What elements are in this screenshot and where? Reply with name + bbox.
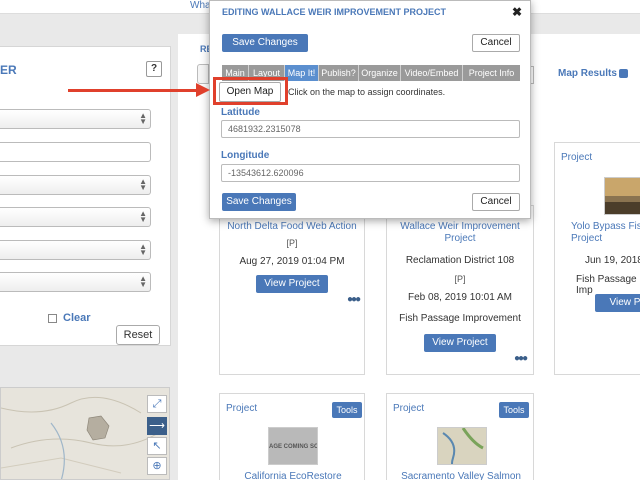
tab-organize[interactable]: Organize <box>359 65 401 81</box>
project-card-ecorestore: Project Tools AGE COMING SOO California … <box>219 393 365 480</box>
pointer-tool-button[interactable]: ↖ <box>147 437 167 455</box>
card-date: Jun 19, 2018 1 <box>585 255 640 266</box>
save-changes-button-bottom[interactable]: Save Changes <box>222 193 296 211</box>
latitude-input[interactable]: 4681932.2315078 <box>221 120 520 138</box>
map-terrain <box>1 396 167 479</box>
arrow-tool-button[interactable]: ⟶ <box>147 417 167 435</box>
filter-panel-title: ER <box>0 63 17 77</box>
modal-title: EDITING WALLACE WEIR IMPROVEMENT PROJECT <box>222 7 447 17</box>
cancel-button-top[interactable]: Cancel <box>472 34 520 52</box>
filter-select-5[interactable]: ▲ ▼ <box>0 272 151 292</box>
annotation-arrow-head <box>196 83 210 97</box>
filter-select-4[interactable]: ▲ ▼ <box>0 240 151 260</box>
help-button[interactable]: ? <box>146 61 162 77</box>
view-project-button[interactable]: View Project <box>256 275 328 293</box>
zoom-in-button[interactable]: ⊕ <box>147 457 167 475</box>
save-changes-button-top[interactable]: Save Changes <box>222 34 308 52</box>
project-thumbnail <box>604 177 640 215</box>
reset-button[interactable]: Reset <box>116 325 160 345</box>
map-results-checkbox[interactable] <box>618 68 628 78</box>
project-card-yolo-bypass: Project Yolo Bypass Fis Project Jun 19, … <box>554 142 640 375</box>
card-category: Fish Passage Improvement <box>399 313 521 324</box>
project-thumbnail <box>437 427 487 465</box>
tab-video-embed[interactable]: Video/Embed <box>401 65 463 81</box>
tools-button[interactable]: Tools <box>499 402 529 418</box>
card-organization: Reclamation District 108 <box>405 255 515 266</box>
card-title[interactable]: Sacramento Valley Salmon <box>387 471 535 480</box>
close-icon[interactable]: ✖ <box>512 5 522 19</box>
card-date: Feb 08, 2019 10:01 AM <box>408 292 512 303</box>
card-type-label: Project <box>393 403 425 414</box>
card-title[interactable]: North Delta Food Web Action <box>220 221 364 233</box>
search-button-edge[interactable] <box>197 64 209 84</box>
map-instruction: Click on the map to assign coordinates. <box>288 87 446 97</box>
expand-map-button[interactable]: ⤢ <box>147 395 167 413</box>
card-type-label: Project <box>226 403 258 414</box>
project-card-sacramento-salmon: Project Tools Sacramento Valley Salmon <box>386 393 534 480</box>
tools-button[interactable]: Tools <box>332 402 362 418</box>
group-icon: ●●● <box>347 294 361 305</box>
select-arrows-icon: ▲ ▼ <box>139 242 147 257</box>
clear-checkbox[interactable] <box>48 313 57 323</box>
filter-select-3[interactable]: ▲ ▼ <box>0 207 151 227</box>
cancel-button-bottom[interactable]: Cancel <box>472 193 520 211</box>
select-arrows-icon: ▲ ▼ <box>139 274 147 289</box>
card-category: Fish Passage Imp <box>576 274 637 296</box>
card-flag: [P] <box>454 274 466 284</box>
card-title[interactable]: California EcoRestore <box>220 471 366 480</box>
edit-project-modal: EDITING WALLACE WEIR IMPROVEMENT PROJECT… <box>209 0 531 219</box>
select-arrows-icon: ▲ ▼ <box>139 177 147 192</box>
project-card-north-delta: North Delta Food Web Action [P] Aug 27, … <box>219 205 365 375</box>
clear-filter[interactable]: Clear <box>48 312 91 324</box>
tab-publish[interactable]: Publish? <box>319 65 359 81</box>
mini-map[interactable]: ⤢ ⟶ ↖ ⊕ <box>0 387 170 480</box>
annotation-arrow-line <box>68 89 200 92</box>
filter-select-2[interactable]: ▲ ▼ <box>0 175 151 195</box>
select-arrows-icon: ▲ ▼ <box>139 209 147 224</box>
card-date: Aug 27, 2019 01:04 PM <box>239 256 345 267</box>
tab-project-info[interactable]: Project Info <box>463 65 520 81</box>
filter-text-input[interactable] <box>0 142 151 162</box>
view-project-button[interactable]: View Project <box>424 334 496 352</box>
map-results-label: Map Results <box>558 68 617 79</box>
tab-map-it[interactable]: Map It! <box>285 65 319 81</box>
project-thumbnail: AGE COMING SOO <box>268 427 318 465</box>
filter-select-1[interactable]: ▲ ▼ <box>0 109 151 129</box>
clear-label: Clear <box>63 312 91 324</box>
card-type-label: Project <box>561 152 593 163</box>
latitude-label: Latitude <box>221 107 260 118</box>
project-card-wallace-weir: Wallace Weir Improvement Project Reclama… <box>386 205 534 375</box>
select-arrows-icon: ▲ ▼ <box>139 111 147 126</box>
card-title[interactable]: Wallace Weir Improvement Project <box>387 221 533 245</box>
annotation-highlight-box <box>213 77 288 105</box>
card-flag: [P] <box>286 238 298 248</box>
card-title[interactable]: Yolo Bypass Fis Project <box>571 221 640 245</box>
longitude-input[interactable]: -13543612.620096 <box>221 164 520 182</box>
longitude-label: Longitude <box>221 150 270 161</box>
group-icon: ●●● <box>514 353 528 364</box>
map-results-toggle[interactable]: Map Results <box>558 68 628 79</box>
view-project-button[interactable]: View P <box>595 294 640 312</box>
